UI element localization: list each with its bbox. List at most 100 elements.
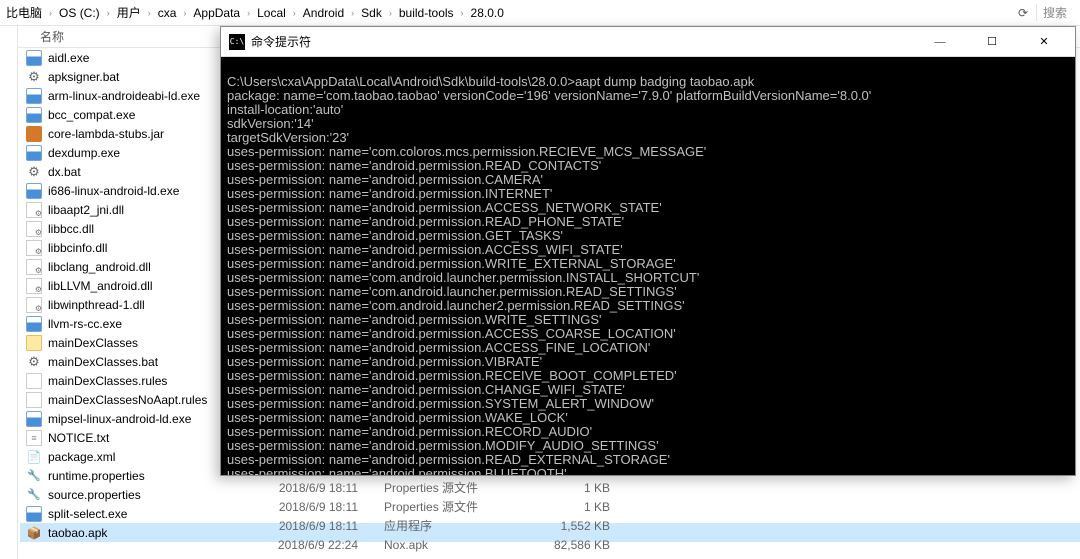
file-date: 2018/6/9 18:11: [258, 481, 378, 495]
terminal-line: uses-permission: name='android.permissio…: [227, 425, 1069, 439]
terminal-line: uses-permission: name='android.permissio…: [227, 159, 1069, 173]
exe-icon: [26, 411, 42, 427]
terminal-line: uses-permission: name='android.permissio…: [227, 397, 1069, 411]
file-name: NOTICE.txt: [48, 431, 109, 445]
file-size: 1 KB: [520, 500, 610, 514]
dll-icon: [26, 297, 42, 313]
terminal-line: uses-permission: name='android.permissio…: [227, 201, 1069, 215]
terminal-line: uses-permission: name='android.permissio…: [227, 439, 1069, 453]
file-name: mainDexClasses: [48, 336, 138, 350]
terminal-line: uses-permission: name='android.permissio…: [227, 173, 1069, 187]
terminal-line: uses-permission: name='android.permissio…: [227, 327, 1069, 341]
breadcrumb: 比电脑›OS (C:)›用户›cxa›AppData›Local›Android…: [4, 4, 1018, 21]
breadcrumb-bar: 比电脑›OS (C:)›用户›cxa›AppData›Local›Android…: [0, 0, 1080, 26]
cmd-icon: C:\: [229, 34, 245, 50]
breadcrumb-item[interactable]: OS (C:): [57, 6, 102, 20]
file-size: 1,552 KB: [520, 519, 610, 533]
terminal-window: C:\ 命令提示符 — ☐ ✕ C:\Users\cxa\AppData\Loc…: [220, 26, 1076, 476]
file-type: Nox.apk: [384, 538, 514, 552]
exe-icon: [26, 506, 42, 522]
dll-icon: [26, 259, 42, 275]
exe-icon: [26, 316, 42, 332]
breadcrumb-item[interactable]: build-tools: [397, 6, 456, 20]
breadcrumb-item[interactable]: AppData: [191, 6, 242, 20]
chevron-right-icon: ›: [384, 8, 397, 18]
breadcrumb-item[interactable]: Android: [301, 6, 346, 20]
terminal-line: package: name='com.taobao.taobao' versio…: [227, 89, 1069, 103]
file-name: dx.bat: [48, 165, 81, 179]
terminal-line: uses-permission: name='android.permissio…: [227, 313, 1069, 327]
terminal-line: uses-permission: name='android.permissio…: [227, 187, 1069, 201]
terminal-line: uses-permission: name='android.permissio…: [227, 453, 1069, 467]
chevron-right-icon: ›: [288, 8, 301, 18]
file-name: libaapt2_jni.dll: [48, 203, 124, 217]
breadcrumb-item[interactable]: Local: [255, 6, 288, 20]
file-name: aidl.exe: [48, 51, 89, 65]
dll-icon: [26, 240, 42, 256]
terminal-line: sdkVersion:'14': [227, 117, 1069, 131]
terminal-title: 命令提示符: [251, 33, 911, 50]
terminal-line: uses-permission: name='android.permissio…: [227, 341, 1069, 355]
apk-icon: [26, 525, 42, 541]
file-size: 1 KB: [520, 481, 610, 495]
prop-icon: [26, 487, 42, 503]
exe-icon: [26, 50, 42, 66]
exe-icon: [26, 145, 42, 161]
rules-icon: [26, 373, 42, 389]
file-date: 2018/6/9 18:11: [258, 500, 378, 514]
file-name: bcc_compat.exe: [48, 108, 135, 122]
folder-icon: [26, 335, 42, 351]
file-date: 2018/6/9 18:11: [258, 519, 378, 533]
exe-icon: [26, 107, 42, 123]
file-name: libbcinfo.dll: [48, 241, 107, 255]
file-name: source.properties: [48, 488, 141, 502]
breadcrumb-item[interactable]: 用户: [115, 4, 143, 21]
file-name: taobao.apk: [48, 526, 107, 540]
terminal-line: uses-permission: name='android.permissio…: [227, 355, 1069, 369]
terminal-line: uses-permission: name='android.permissio…: [227, 467, 1069, 475]
close-button[interactable]: ✕: [1021, 27, 1067, 57]
breadcrumb-item[interactable]: cxa: [156, 6, 179, 20]
breadcrumb-item[interactable]: 比电脑: [4, 4, 44, 21]
refresh-icon[interactable]: ⟳: [1018, 6, 1028, 20]
file-detail-row[interactable]: 2018/6/9 18:11Properties 源文件1 KB: [238, 497, 610, 516]
maximize-button[interactable]: ☐: [969, 27, 1015, 57]
file-details-visible: 2018/6/9 18:11 Properties 源文件 1 KB 2018/6/9…: [238, 478, 610, 554]
terminal-line: uses-permission: name='android.permissio…: [227, 369, 1069, 383]
chevron-right-icon: ›: [178, 8, 191, 18]
bat-icon: [26, 164, 42, 180]
minimize-button[interactable]: —: [917, 27, 963, 57]
file-type: Properties 源文件: [384, 479, 514, 496]
file-name: apksigner.bat: [48, 70, 119, 84]
terminal-titlebar[interactable]: C:\ 命令提示符 — ☐ ✕: [221, 27, 1075, 57]
search-input[interactable]: 搜索: [1036, 4, 1076, 21]
file-type: 应用程序: [384, 517, 514, 534]
jar-icon: [26, 126, 42, 142]
file-name: core-lambda-stubs.jar: [48, 127, 164, 141]
bat-icon: [26, 354, 42, 370]
dll-icon: [26, 278, 42, 294]
file-name: arm-linux-androideabi-ld.exe: [48, 89, 200, 103]
file-detail-row[interactable]: 2018/6/9 22:24Nox.apk82,586 KB: [238, 535, 610, 554]
terminal-line: uses-permission: name='com.android.launc…: [227, 285, 1069, 299]
chevron-right-icon: ›: [456, 8, 469, 18]
prop-icon: [26, 468, 42, 484]
terminal-line: uses-permission: name='android.permissio…: [227, 215, 1069, 229]
terminal-line: [227, 61, 1069, 75]
breadcrumb-item[interactable]: 28.0.0: [469, 6, 506, 20]
breadcrumb-item[interactable]: Sdk: [359, 6, 384, 20]
exe-icon: [26, 183, 42, 199]
terminal-line: uses-permission: name='com.android.launc…: [227, 299, 1069, 313]
file-detail-row[interactable]: 2018/6/9 18:11 Properties 源文件 1 KB: [238, 478, 610, 497]
file-name: mainDexClasses.bat: [48, 355, 158, 369]
sidebar-gutter: [0, 26, 18, 559]
file-detail-row[interactable]: 2018/6/9 18:11 应用程序 1,552 KB: [238, 516, 610, 535]
file-name: libLLVM_android.dll: [48, 279, 153, 293]
terminal-line: uses-permission: name='android.permissio…: [227, 229, 1069, 243]
chevron-right-icon: ›: [102, 8, 115, 18]
file-date: 2018/6/9 22:24: [258, 538, 378, 552]
file-name: libwinpthread-1.dll: [48, 298, 145, 312]
xml-icon: [26, 449, 42, 465]
terminal-line: uses-permission: name='com.coloros.mcs.p…: [227, 145, 1069, 159]
chevron-right-icon: ›: [143, 8, 156, 18]
